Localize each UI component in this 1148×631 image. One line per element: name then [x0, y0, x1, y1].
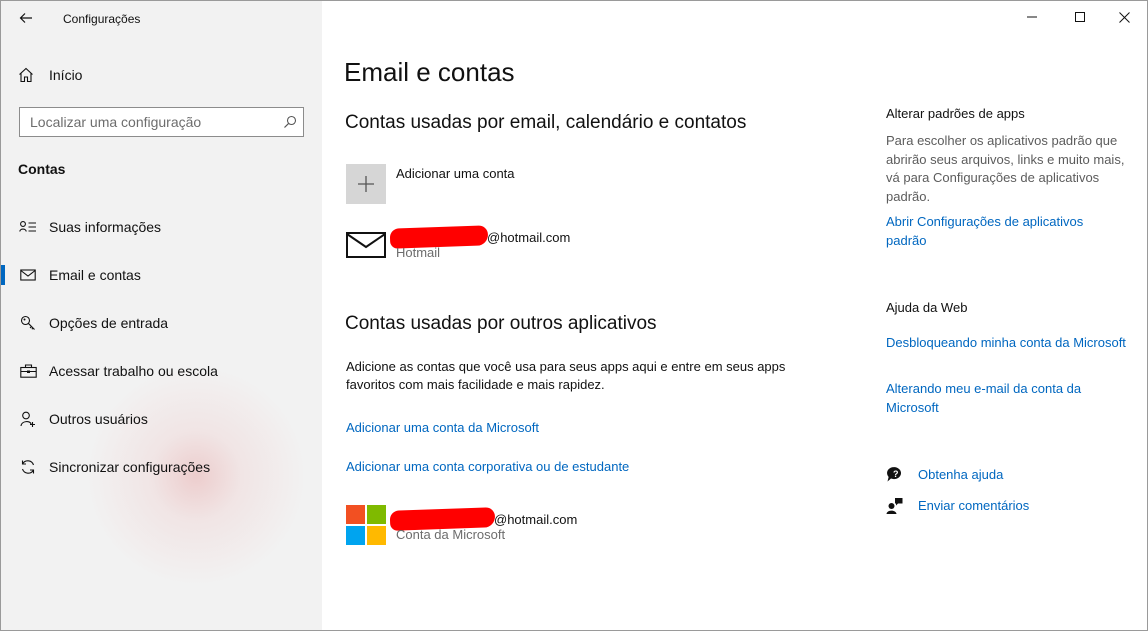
feedback-person-icon — [886, 496, 906, 514]
help-chat-icon: ? — [886, 465, 906, 483]
account-email: @hotmail.com — [389, 225, 571, 249]
minimize-icon — [1027, 16, 1037, 18]
defaults-heading: Alterar padrões de apps — [886, 106, 1025, 121]
change-email-link[interactable]: Alterando meu e-mail da conta da Microso… — [886, 380, 1126, 417]
plus-icon — [358, 176, 374, 192]
sidebar-section-title: Contas — [18, 161, 66, 177]
email-suffix: @hotmail.com — [494, 512, 578, 527]
briefcase-icon — [18, 362, 38, 380]
sync-icon — [18, 458, 38, 476]
add-microsoft-account-link[interactable]: Adicionar uma conta da Microsoft — [346, 420, 539, 435]
maximize-button[interactable] — [1057, 1, 1103, 33]
search-icon[interactable] — [283, 115, 297, 129]
sidebar-item-label: Sincronizar configurações — [49, 459, 211, 475]
account-provider: Conta da Microsoft — [396, 527, 506, 542]
microsoft-logo-icon — [346, 505, 386, 546]
sidebar-item-label: Outros usuários — [49, 411, 148, 427]
sidebar-item-trabalho-escola[interactable]: Acessar trabalho ou escola — [1, 355, 322, 387]
add-account-button[interactable]: Adicionar uma conta — [346, 164, 515, 204]
home-label: Início — [49, 67, 83, 83]
key-icon — [18, 314, 38, 332]
minimize-button[interactable] — [1009, 1, 1055, 33]
app-title: Configurações — [63, 12, 141, 26]
back-arrow-icon — [19, 13, 32, 23]
close-icon — [1118, 11, 1130, 23]
unlock-account-link[interactable]: Desbloqueando minha conta da Microsoft — [886, 334, 1126, 353]
sidebar-item-opcoes-entrada[interactable]: Opções de entrada — [1, 307, 322, 339]
back-button[interactable] — [13, 7, 39, 29]
send-feedback-link[interactable]: Enviar comentários — [918, 498, 1029, 513]
maximize-icon — [1075, 12, 1085, 22]
web-help-heading: Ajuda da Web — [886, 300, 968, 315]
settings-window: Configurações Início Contas Suas informa… — [0, 0, 1148, 631]
add-account-label: Adicionar uma conta — [396, 166, 515, 181]
sidebar-item-email-contas[interactable]: Email e contas — [1, 259, 322, 291]
sidebar-item-sincronizar[interactable]: Sincronizar configurações — [1, 451, 322, 483]
account-email: @hotmail.com — [389, 507, 578, 531]
email-section-heading: Contas usadas por email, calendário e co… — [345, 112, 747, 133]
sidebar-item-label: Suas informações — [49, 219, 162, 235]
person-card-icon — [18, 218, 38, 236]
other-apps-description: Adicione as contas que você usa para seu… — [346, 359, 786, 392]
sidebar-item-label: Email e contas — [49, 267, 141, 283]
svg-text:?: ? — [893, 469, 899, 479]
feedback-link-row[interactable]: Enviar comentários — [886, 496, 1029, 514]
account-provider: Hotmail — [396, 245, 441, 260]
open-default-apps-link[interactable]: Abrir Configurações de aplicativos padrã… — [886, 213, 1126, 250]
sidebar-item-label: Opções de entrada — [49, 315, 169, 331]
defaults-description: Para escolher os aplicativos padrão que … — [886, 133, 1125, 204]
envelope-icon — [346, 232, 386, 258]
sidebar-item-suas-informacoes[interactable]: Suas informações — [1, 211, 322, 243]
sidebar-item-home[interactable]: Início — [18, 65, 82, 85]
get-help-link[interactable]: Obtenha ajuda — [918, 467, 1003, 482]
search-box[interactable] — [19, 107, 304, 137]
add-work-school-account-link[interactable]: Adicionar uma conta corporativa ou de es… — [346, 459, 629, 474]
person-add-icon — [18, 410, 38, 428]
home-icon — [18, 65, 40, 85]
sidebar-item-outros-usuarios[interactable]: Outros usuários — [1, 403, 322, 435]
mail-icon — [18, 266, 38, 284]
email-suffix: @hotmail.com — [487, 230, 571, 245]
search-input[interactable] — [30, 114, 270, 130]
other-apps-section-heading: Contas usadas por outros aplicativos — [345, 313, 657, 334]
hotmail-account[interactable]: @hotmail.com Hotmail — [346, 225, 646, 263]
microsoft-account[interactable]: @hotmail.com Conta da Microsoft — [346, 505, 646, 547]
get-help-link-row[interactable]: ? Obtenha ajuda — [886, 465, 1003, 483]
page-title: Email e contas — [344, 57, 515, 87]
close-button[interactable] — [1101, 1, 1147, 33]
sidebar-item-label: Acessar trabalho ou escola — [49, 363, 218, 379]
sidebar: Configurações Início Contas Suas informa… — [1, 1, 322, 630]
plus-tile — [346, 164, 386, 204]
